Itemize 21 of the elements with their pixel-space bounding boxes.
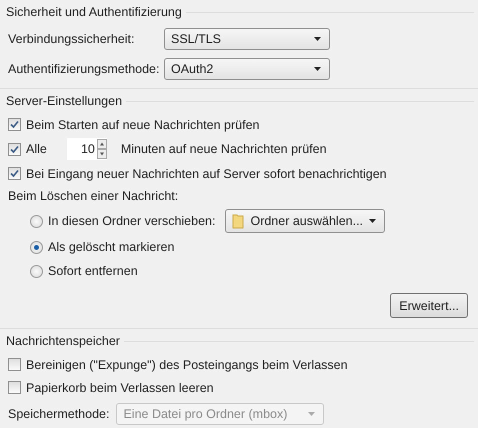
dropdown[interactable]: SSL/TLS	[164, 28, 330, 50]
checkbox-label: Beim Starten auf neue Nachrichten prüfen	[26, 118, 260, 132]
field-label: Authentifizierungsmethode:	[8, 62, 160, 76]
checkbox-label: Bereinigen ("Expunge") des Posteingangs beim Verlassen	[26, 358, 348, 372]
number-spinner[interactable]: 10	[66, 138, 107, 160]
group-label: Beim Löschen einer Nachricht:	[8, 189, 178, 203]
dropdown[interactable]: OAuth2	[164, 58, 330, 80]
folder-dropdown[interactable]: Ordner auswählen...	[225, 209, 386, 233]
section-title: Sicherheit und Authentifizierung	[6, 5, 183, 19]
checkbox-label: Bei Eingang neuer Nachrichten auf Server sofort benachrichtigen	[26, 166, 387, 180]
checkbox-label: Minuten auf neue Nachrichten prüfen	[120, 142, 327, 156]
checkbox-label: Alle	[26, 142, 47, 156]
radio-label: Als gelöscht markieren	[48, 240, 174, 254]
section-title: Nachrichtenspeicher	[6, 334, 121, 348]
advanced-button[interactable]: Erweitert...	[390, 293, 468, 318]
radio-label: In diesen Ordner verschieben:	[48, 214, 216, 228]
checkbox-label: Papierkorb beim Verlassen leeren	[26, 380, 214, 394]
radio-label: Sofort entfernen	[48, 264, 138, 278]
field-label: Speichermethode:	[8, 407, 110, 421]
section-title: Server-Einstellungen	[6, 94, 124, 108]
field-label: Verbindungssicherheit:	[8, 32, 136, 46]
